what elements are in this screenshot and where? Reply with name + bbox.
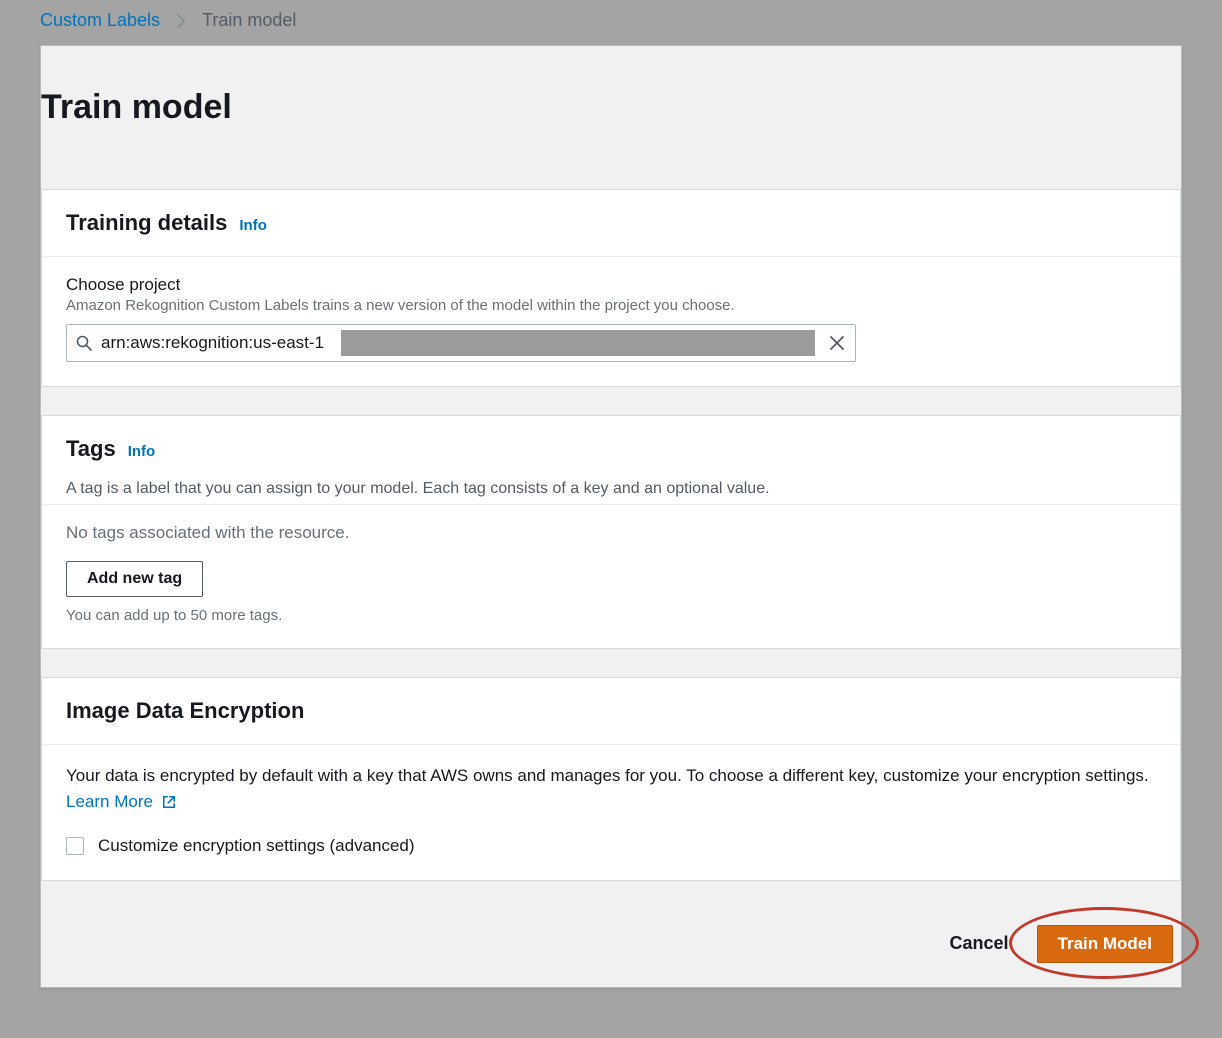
- form-footer: Cancel Train Model: [41, 909, 1181, 987]
- customize-encryption-label[interactable]: Customize encryption settings (advanced): [98, 836, 415, 856]
- tags-desc: A tag is a label that you can assign to …: [66, 480, 1156, 498]
- choose-project-desc: Amazon Rekognition Custom Labels trains …: [66, 297, 1156, 314]
- breadcrumb-root-link[interactable]: Custom Labels: [40, 10, 160, 31]
- tags-panel: Tags Info A tag is a label that you can …: [41, 415, 1181, 649]
- training-details-title: Training details: [66, 210, 227, 236]
- choose-project-label: Choose project: [66, 275, 1156, 295]
- tags-limit-text: You can add up to 50 more tags.: [66, 607, 1156, 624]
- breadcrumb-current: Train model: [202, 10, 296, 31]
- clear-project-button[interactable]: [819, 325, 855, 361]
- project-arn-input[interactable]: [101, 325, 341, 361]
- tags-info-link[interactable]: Info: [128, 443, 156, 460]
- external-link-icon: [162, 795, 176, 809]
- encryption-panel: Image Data Encryption Your data is encry…: [41, 677, 1181, 881]
- close-icon: [830, 336, 844, 350]
- redacted-region: [341, 330, 815, 356]
- train-model-button[interactable]: Train Model: [1037, 925, 1173, 963]
- training-details-panel: Training details Info Choose project Ama…: [41, 189, 1181, 387]
- page-title: Train model: [41, 64, 1181, 165]
- encryption-title: Image Data Encryption: [66, 698, 304, 724]
- page-container: Train model Training details Info Choose…: [40, 45, 1182, 988]
- breadcrumb: Custom Labels Train model: [0, 0, 1222, 45]
- training-info-link[interactable]: Info: [239, 217, 267, 234]
- project-select[interactable]: [66, 324, 856, 362]
- encryption-text: Your data is encrypted by default with a…: [66, 763, 1156, 816]
- customize-encryption-checkbox[interactable]: [66, 837, 84, 855]
- learn-more-label: Learn More: [66, 792, 153, 811]
- search-icon: [67, 335, 101, 351]
- learn-more-link[interactable]: Learn More: [66, 792, 176, 811]
- cancel-button[interactable]: Cancel: [940, 925, 1019, 962]
- chevron-right-icon: [176, 14, 186, 28]
- add-new-tag-button[interactable]: Add new tag: [66, 561, 203, 597]
- tags-title: Tags: [66, 436, 116, 462]
- tags-empty-message: No tags associated with the resource.: [66, 523, 1156, 543]
- encryption-text-body: Your data is encrypted by default with a…: [66, 766, 1149, 785]
